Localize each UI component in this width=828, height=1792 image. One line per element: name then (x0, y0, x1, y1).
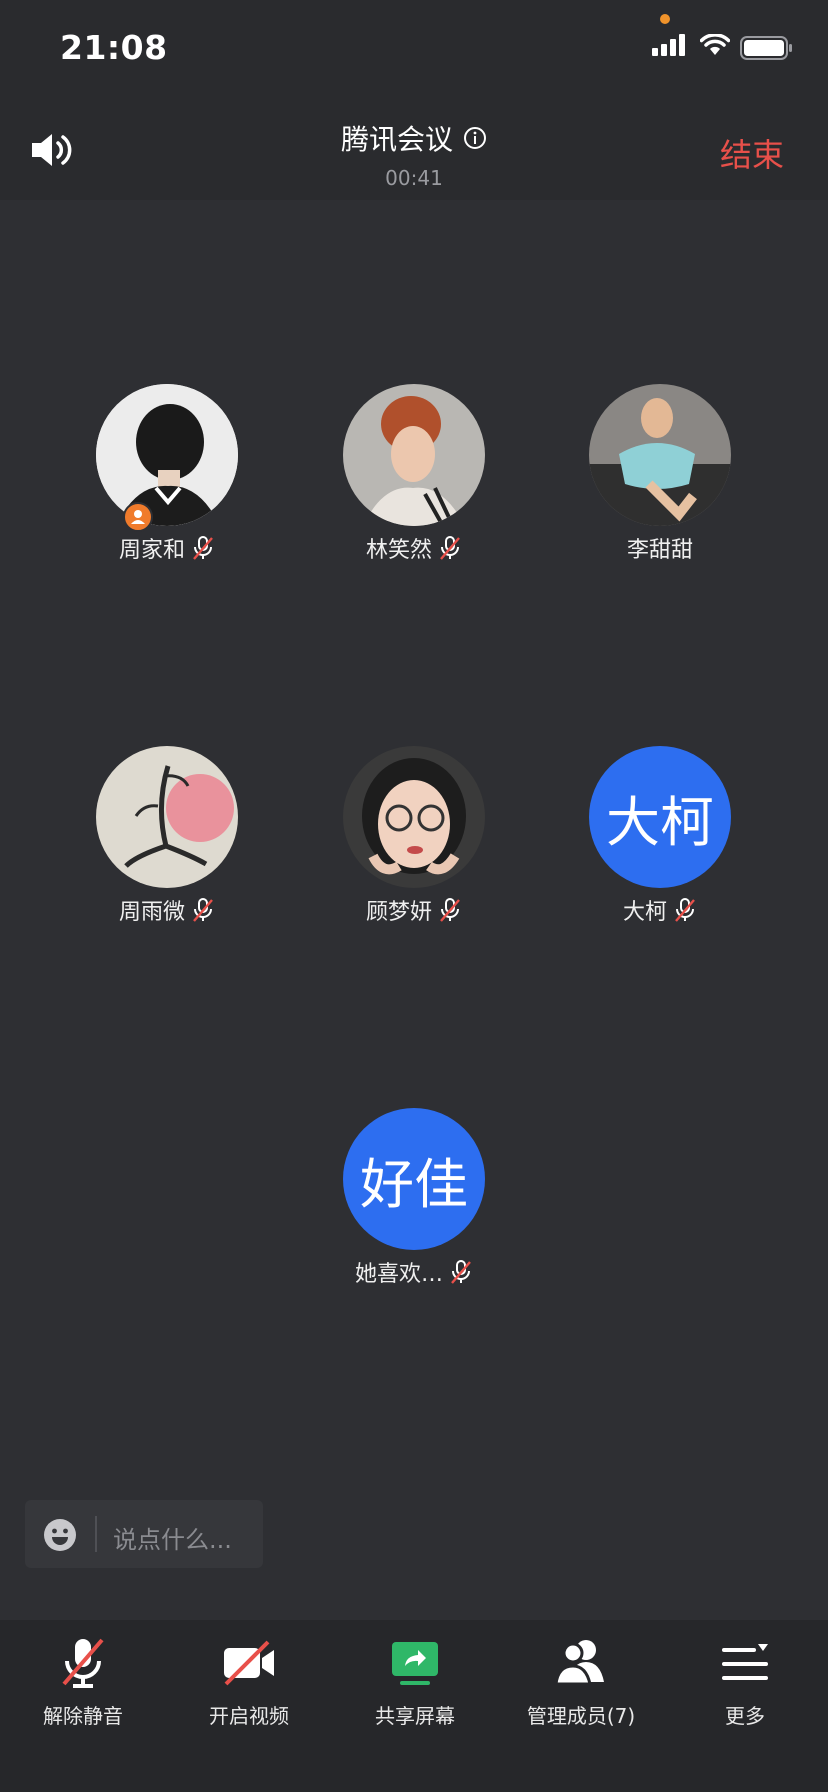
participant-name: 大柯 (623, 894, 697, 926)
avatar (589, 384, 731, 526)
share-screen-button[interactable]: 共享屏幕 (332, 1636, 498, 1729)
participant-tile[interactable]: 好佳 她喜欢… (314, 1108, 514, 1288)
avatar-photo (343, 746, 485, 888)
manage-members-label: 管理成员(7) (526, 1704, 636, 1728)
participant-name: 周家和 (119, 532, 215, 564)
video-off-icon (224, 1640, 274, 1686)
participant-name-text: 周家和 (118, 538, 185, 563)
share-screen-label: 共享屏幕 (375, 1704, 455, 1728)
participant-tile[interactable]: 周雨微 (67, 746, 267, 926)
members-icon (554, 1640, 604, 1686)
status-bar: 21:08 (0, 0, 828, 100)
mic-muted-icon (440, 536, 460, 560)
chat-placeholder: 说点什么... (113, 1526, 232, 1554)
mic-muted-icon (193, 536, 213, 560)
mic-muted-icon (440, 898, 460, 922)
avatar-photo (343, 384, 485, 526)
manage-members-button[interactable]: 管理成员(7) (498, 1636, 664, 1729)
participant-name: 林笑然 (366, 532, 462, 564)
participant-name: 顾梦妍 (366, 894, 462, 926)
avatar (96, 384, 238, 526)
privacy-indicator-dot (660, 14, 670, 24)
participant-name-text: 顾梦妍 (365, 900, 432, 925)
meeting-header: 腾讯会议 00:41 结束 (0, 100, 828, 200)
start-video-label: 开启视频 (209, 1704, 289, 1728)
avatar-photo (96, 384, 238, 526)
participant-name: 她喜欢… (355, 1256, 473, 1288)
participant-tile[interactable]: 林笑然 (314, 384, 514, 564)
participant-name-text: 林笑然 (365, 538, 432, 563)
more-menu-icon (722, 1644, 768, 1680)
bottom-toolbar: 解除静音 开启视频 共享屏幕 管理成员(7) 更多 (0, 1620, 828, 1792)
more-button[interactable]: 更多 (662, 1636, 828, 1729)
start-video-button[interactable]: 开启视频 (166, 1636, 332, 1729)
avatar-photo (96, 746, 238, 888)
mic-muted-icon (675, 898, 695, 922)
participant-name-text: 周雨微 (118, 900, 185, 925)
cellular-signal-icon (652, 34, 685, 56)
mic-muted-icon (193, 898, 213, 922)
participant-name-text: 李甜甜 (626, 538, 693, 563)
emoji-icon[interactable] (43, 1518, 77, 1552)
participant-name: 周雨微 (119, 894, 215, 926)
avatar (343, 746, 485, 888)
wifi-icon (700, 34, 730, 55)
chat-input[interactable]: 说点什么... (25, 1500, 263, 1568)
participant-tile[interactable]: 李甜甜 (560, 384, 760, 564)
avatar-initials: 好佳 (360, 1152, 468, 1216)
avatar-photo (589, 384, 731, 526)
avatar-initials: 大柯 (606, 790, 714, 854)
avatar: 大柯 (589, 746, 731, 888)
mic-muted-icon (451, 1260, 471, 1284)
participant-tile[interactable]: 大柯 大柯 (560, 746, 760, 926)
meeting-title-text: 腾讯会议 (340, 123, 453, 156)
status-time: 21:08 (60, 28, 168, 67)
participant-tile[interactable]: 顾梦妍 (314, 746, 514, 926)
participant-name: 李甜甜 (627, 532, 693, 564)
participant-name-text: 大柯 (622, 900, 667, 925)
info-icon[interactable] (463, 126, 487, 150)
avatar (96, 746, 238, 888)
meeting-title[interactable]: 腾讯会议 (0, 118, 828, 158)
avatar (343, 384, 485, 526)
participant-name-text: 她喜欢… (354, 1262, 443, 1287)
chat-divider (95, 1516, 97, 1552)
unmute-label: 解除静音 (43, 1704, 123, 1728)
share-screen-icon (392, 1642, 438, 1685)
participant-tile[interactable]: 周家和 (67, 384, 267, 564)
more-label: 更多 (725, 1704, 765, 1728)
unmute-button[interactable]: 解除静音 (0, 1636, 166, 1729)
mic-muted-icon (62, 1638, 104, 1688)
end-meeting-button[interactable]: 结束 (720, 130, 784, 176)
avatar: 好佳 (343, 1108, 485, 1250)
meeting-timer: 00:41 (385, 166, 443, 190)
host-badge-icon (123, 502, 153, 532)
battery-icon (740, 36, 792, 60)
